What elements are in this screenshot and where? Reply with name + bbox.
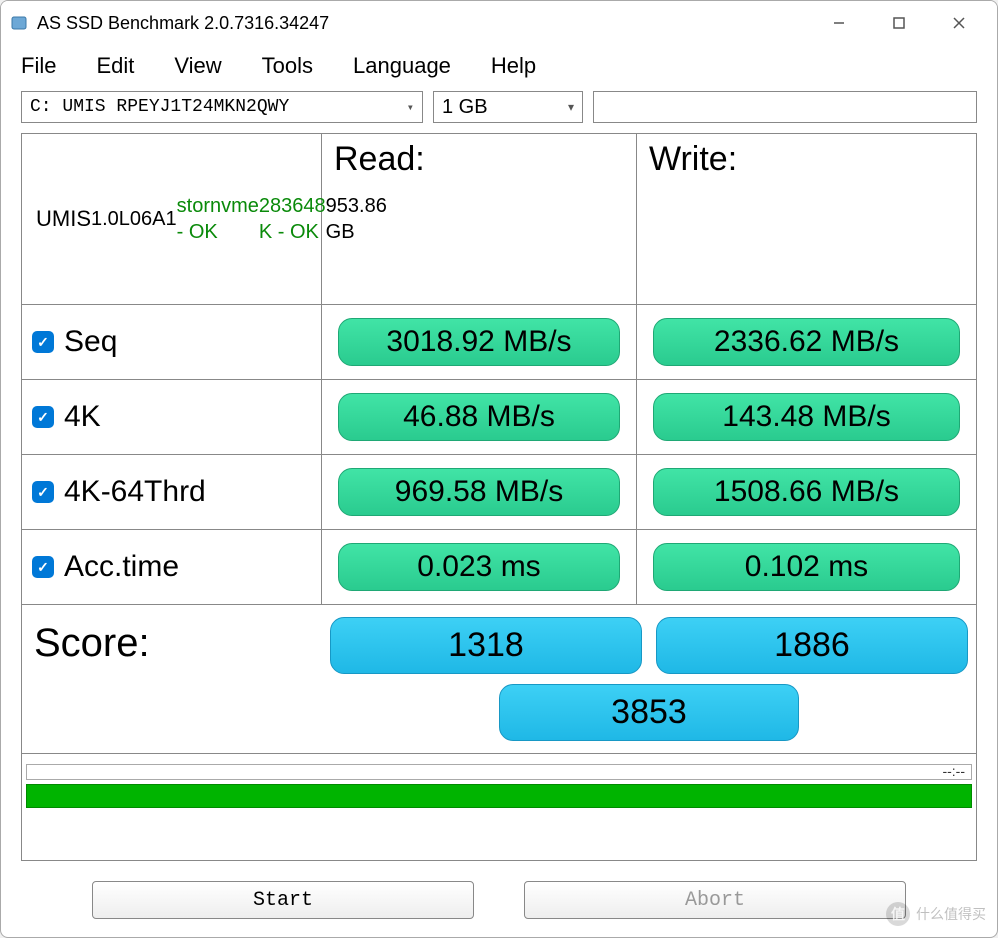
- window-title: AS SSD Benchmark 2.0.7316.34247: [37, 13, 809, 34]
- menu-language[interactable]: Language: [353, 53, 451, 79]
- 4k-checkbox[interactable]: ✓: [32, 406, 54, 428]
- acctime-write-value: 0.102 ms: [653, 543, 959, 591]
- 4k-read-value: 46.88 MB/s: [338, 393, 620, 441]
- 4k64-label: 4K-64Thrd: [64, 475, 206, 509]
- size-select[interactable]: 1 GB ▾: [433, 91, 583, 123]
- titlebar: AS SSD Benchmark 2.0.7316.34247: [1, 1, 997, 45]
- results-grid: UMIS 1.0L06A1 stornvme - OK 283648 K - O…: [21, 133, 977, 861]
- score-row: Score: 1318 1886 3853: [22, 605, 976, 754]
- score-total: 3853: [499, 684, 799, 741]
- table-row: ✓ Seq 3018.92 MB/s 2336.62 MB/s: [22, 305, 976, 380]
- 4k-label: 4K: [64, 400, 101, 434]
- abort-button[interactable]: Abort: [524, 881, 906, 919]
- watermark-text: 什么值得买: [916, 904, 986, 924]
- device-name: UMIS: [36, 205, 91, 234]
- table-row: ✓ Acc.time 0.023 ms 0.102 ms: [22, 530, 976, 605]
- acctime-checkbox[interactable]: ✓: [32, 556, 54, 578]
- device-alignment-status: 283648 K - OK: [259, 193, 326, 245]
- seq-checkbox[interactable]: ✓: [32, 331, 54, 353]
- maximize-button[interactable]: [869, 3, 929, 43]
- device-driver-status: stornvme - OK: [177, 193, 259, 245]
- read-header: Read:: [322, 134, 637, 304]
- device-firmware: 1.0L06A1: [91, 206, 177, 232]
- seq-read-value: 3018.92 MB/s: [338, 318, 620, 366]
- table-row: ✓ 4K-64Thrd 969.58 MB/s 1508.66 MB/s: [22, 455, 976, 530]
- write-header: Write:: [637, 134, 976, 304]
- progress-bar: [26, 784, 972, 808]
- 4k-write-value: 143.48 MB/s: [653, 393, 959, 441]
- progress-area: --:--: [22, 754, 976, 814]
- app-icon: [9, 13, 29, 33]
- acctime-label: Acc.time: [64, 550, 179, 584]
- timer-value: --:--: [942, 763, 965, 779]
- menu-file[interactable]: File: [21, 53, 56, 79]
- 4k64-checkbox[interactable]: ✓: [32, 481, 54, 503]
- device-info: UMIS 1.0L06A1 stornvme - OK 283648 K - O…: [22, 134, 322, 304]
- button-bar: Start Abort: [1, 871, 997, 937]
- seq-write-value: 2336.62 MB/s: [653, 318, 959, 366]
- size-select-value: 1 GB: [442, 96, 488, 119]
- search-input[interactable]: [593, 91, 977, 123]
- menu-view[interactable]: View: [174, 53, 221, 79]
- seq-label: Seq: [64, 325, 117, 359]
- chevron-down-icon: ▾: [407, 100, 414, 115]
- table-row: ✓ 4K 46.88 MB/s 143.48 MB/s: [22, 380, 976, 455]
- watermark-icon: 值: [886, 902, 910, 926]
- score-read: 1318: [330, 617, 642, 674]
- timer-bar: --:--: [26, 764, 972, 780]
- close-button[interactable]: [929, 3, 989, 43]
- drive-select[interactable]: C: UMIS RPEYJ1T24MKN2QWY ▾: [21, 91, 423, 123]
- chevron-down-icon: ▾: [568, 100, 574, 114]
- minimize-button[interactable]: [809, 3, 869, 43]
- watermark: 值 什么值得买: [886, 902, 986, 926]
- drive-select-value: C: UMIS RPEYJ1T24MKN2QWY: [30, 97, 289, 117]
- 4k64-read-value: 969.58 MB/s: [338, 468, 620, 516]
- window-controls: [809, 3, 989, 43]
- menu-tools[interactable]: Tools: [262, 53, 313, 79]
- acctime-read-value: 0.023 ms: [338, 543, 620, 591]
- menu-edit[interactable]: Edit: [96, 53, 134, 79]
- 4k64-write-value: 1508.66 MB/s: [653, 468, 959, 516]
- menubar: File Edit View Tools Language Help: [1, 45, 997, 87]
- menu-help[interactable]: Help: [491, 53, 536, 79]
- score-write: 1886: [656, 617, 968, 674]
- app-window: AS SSD Benchmark 2.0.7316.34247 File Edi…: [0, 0, 998, 938]
- start-button[interactable]: Start: [92, 881, 474, 919]
- selector-bar: C: UMIS RPEYJ1T24MKN2QWY ▾ 1 GB ▾: [1, 87, 997, 133]
- score-header: Score:: [22, 605, 322, 753]
